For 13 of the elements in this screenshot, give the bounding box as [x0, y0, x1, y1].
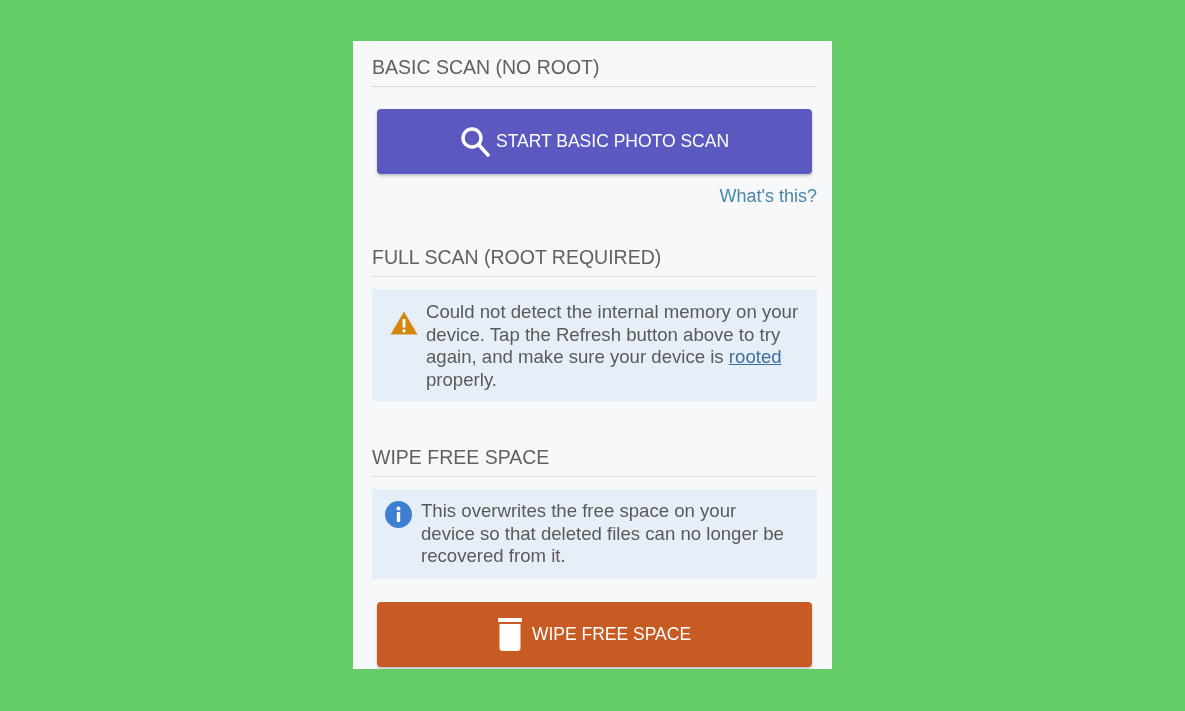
section-heading: BASIC SCAN (NO ROOT) — [372, 55, 601, 79]
warning-icon — [390, 311, 418, 335]
notice-text: Could not detect the internal memory on your device. Tap the Refresh button above to try again, and make sure your device is rooted properly. — [426, 301, 800, 391]
section-heading: FULL SCAN (ROOT REQUIRED) — [372, 245, 663, 269]
help-link[interactable]: What's this? — [719, 185, 817, 207]
info-icon — [385, 501, 412, 528]
wipe-button[interactable]: WIPE FREE SPACE — [377, 601, 812, 667]
section-heading: WIPE FREE SPACE — [372, 445, 551, 469]
rooted-link[interactable]: rooted — [728, 346, 782, 367]
notice-text: This overwrites the free space on your device so that deleted files can no longer be recovered from it. — [421, 500, 785, 568]
start-scan-button[interactable]: START BASIC PHOTO SCAN — [377, 109, 812, 174]
search-icon — [459, 126, 490, 157]
trash-icon — [497, 617, 522, 651]
